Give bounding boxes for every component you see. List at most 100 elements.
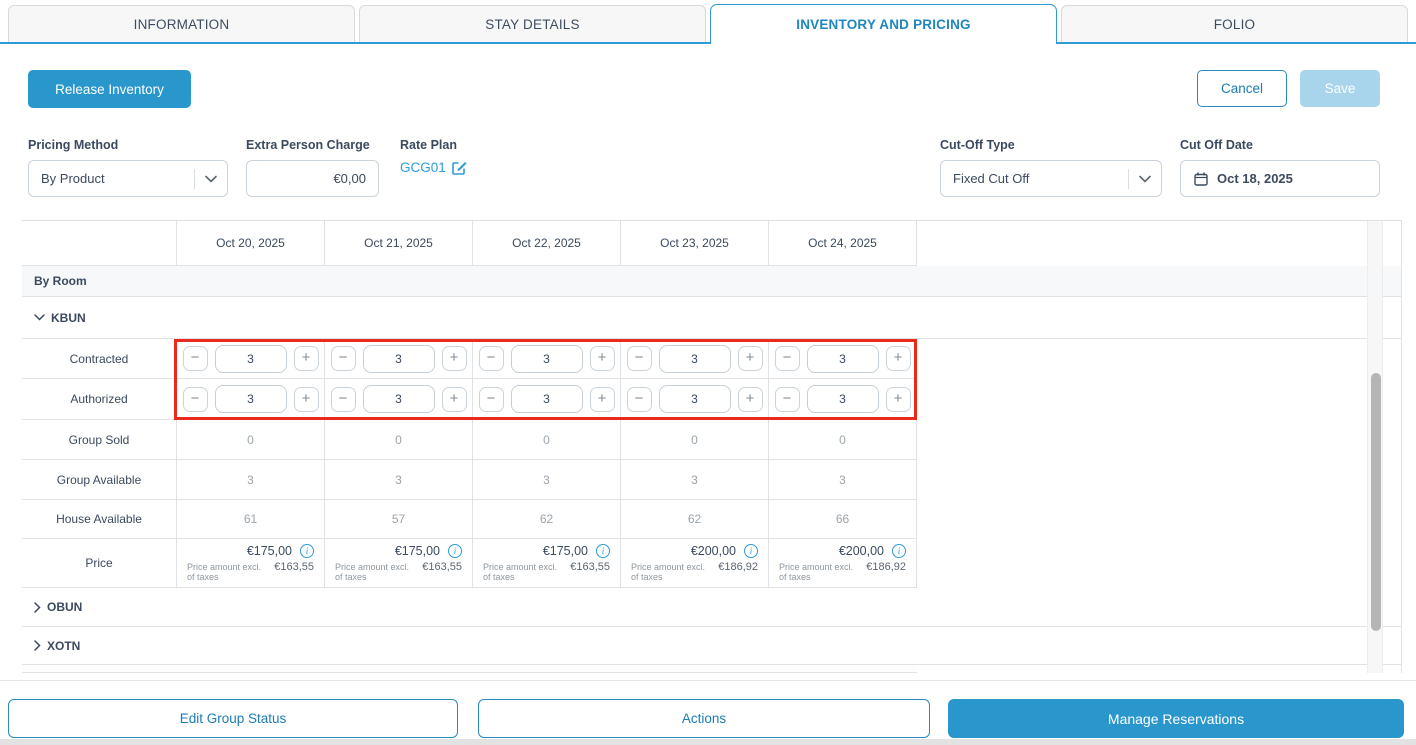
contracted-quantity-input[interactable] — [807, 345, 879, 373]
price-amount-value: €200,00 — [839, 544, 884, 558]
house-available-value: 62 — [473, 500, 621, 538]
rate-plan-label: Rate Plan — [400, 138, 457, 152]
info-icon[interactable]: i — [448, 544, 462, 558]
chevron-down-icon — [1139, 175, 1151, 183]
tab-information[interactable]: INFORMATION — [8, 5, 355, 42]
inventory-table: Oct 20, 2025Oct 21, 2025Oct 22, 2025Oct … — [22, 220, 1402, 673]
pricing-method-select[interactable]: By Product — [28, 160, 228, 197]
authorized-quantity-input[interactable] — [659, 385, 731, 413]
chevron-down-icon — [34, 314, 45, 321]
room-row-kbun[interactable]: KBUN — [22, 297, 1401, 339]
info-icon[interactable]: i — [892, 544, 906, 558]
price-excl-note: Price amount excl. of taxes — [335, 562, 417, 582]
tab-folio[interactable]: FOLIO — [1061, 5, 1408, 42]
contracted-stepper: −+ — [621, 339, 769, 378]
section-by-room: By Room — [22, 266, 1401, 297]
save-button[interactable]: Save — [1300, 70, 1380, 107]
price-excl-taxes: Price amount excl. of taxes€186,92 — [779, 561, 906, 582]
date-header-row: Oct 20, 2025Oct 21, 2025Oct 22, 2025Oct … — [22, 221, 917, 266]
vertical-scrollbar — [1367, 221, 1383, 673]
increment-button[interactable]: + — [442, 346, 467, 371]
room-row-obun[interactable]: OBUN — [22, 588, 1401, 627]
contracted-quantity-input[interactable] — [659, 345, 731, 373]
price-amount-value: €175,00 — [395, 544, 440, 558]
increment-button[interactable]: + — [294, 346, 319, 371]
increment-button[interactable]: + — [886, 387, 911, 412]
decrement-button[interactable]: − — [331, 387, 356, 412]
date-header-cell: Oct 23, 2025 — [621, 221, 769, 265]
info-icon[interactable]: i — [596, 544, 610, 558]
increment-button[interactable]: + — [442, 387, 467, 412]
tab-bar: INFORMATION STAY DETAILS INVENTORY AND P… — [0, 0, 1416, 44]
authorized-stepper: −+ — [177, 379, 325, 419]
price-amount-value: €175,00 — [247, 544, 292, 558]
cancel-button[interactable]: Cancel — [1197, 70, 1287, 107]
date-header-cell: Oct 21, 2025 — [325, 221, 473, 265]
decrement-button[interactable]: − — [183, 387, 208, 412]
price-amount: €175,00 i — [247, 544, 314, 558]
authorized-quantity-input[interactable] — [511, 385, 583, 413]
decrement-button[interactable]: − — [775, 346, 800, 371]
authorized-row: Authorized −+−+−+−+−+ — [22, 379, 917, 420]
tab-inventory-and-pricing[interactable]: INVENTORY AND PRICING — [710, 4, 1057, 44]
select-divider — [194, 169, 195, 189]
corner-cell — [22, 221, 177, 265]
increment-button[interactable]: + — [590, 346, 615, 371]
tab-stay-details[interactable]: STAY DETAILS — [359, 5, 706, 42]
cutoff-type-label: Cut-Off Type — [940, 138, 1015, 152]
price-amount: €175,00 i — [395, 544, 462, 558]
decrement-button[interactable]: − — [331, 346, 356, 371]
authorized-quantity-input[interactable] — [363, 385, 435, 413]
group-available-value: 3 — [621, 460, 769, 499]
authorized-quantity-input[interactable] — [807, 385, 879, 413]
house-available-row: House Available 6157626266 — [22, 500, 917, 539]
footer-bar: Edit Group Status Actions Manage Reserva… — [0, 680, 1416, 739]
group-available-value: 3 — [769, 460, 917, 499]
decrement-button[interactable]: − — [183, 346, 208, 371]
edit-icon[interactable] — [452, 160, 467, 175]
increment-button[interactable]: + — [294, 387, 319, 412]
price-amount: €200,00 i — [839, 544, 906, 558]
authorized-quantity-input[interactable] — [215, 385, 287, 413]
scrollbar-thumb[interactable] — [1371, 373, 1381, 631]
rate-plan-value: GCG01 — [400, 160, 446, 175]
info-icon[interactable]: i — [744, 544, 758, 558]
row-label-authorized: Authorized — [22, 379, 177, 419]
price-cell: €200,00 i Price amount excl. of taxes€186,… — [769, 539, 917, 587]
date-header-cell: Oct 20, 2025 — [177, 221, 325, 265]
contracted-quantity-input[interactable] — [511, 345, 583, 373]
release-inventory-button[interactable]: Release Inventory — [28, 70, 191, 108]
price-amount-value: €175,00 — [543, 544, 588, 558]
decrement-button[interactable]: − — [479, 346, 504, 371]
extra-person-charge-input[interactable]: €0,00 — [246, 160, 379, 197]
contracted-quantity-input[interactable] — [215, 345, 287, 373]
room-row-xotn[interactable]: XOTN — [22, 627, 1401, 665]
price-excl-taxes: Price amount excl. of taxes€186,92 — [631, 561, 758, 582]
decrement-button[interactable]: − — [627, 346, 652, 371]
decrement-button[interactable]: − — [627, 387, 652, 412]
rate-plan-link[interactable]: GCG01 — [400, 160, 467, 175]
decrement-button[interactable]: − — [775, 387, 800, 412]
house-available-value: 57 — [325, 500, 473, 538]
edit-group-status-button[interactable]: Edit Group Status — [8, 699, 458, 738]
house-available-value: 62 — [621, 500, 769, 538]
increment-button[interactable]: + — [590, 387, 615, 412]
group-sold-value: 0 — [621, 420, 769, 459]
increment-button[interactable]: + — [738, 346, 763, 371]
cutoff-date-picker[interactable]: Oct 18, 2025 — [1180, 160, 1380, 197]
chevron-down-icon — [205, 175, 217, 183]
authorized-stepper: −+ — [473, 379, 621, 419]
manage-reservations-button[interactable]: Manage Reservations — [948, 699, 1404, 738]
group-sold-value: 0 — [177, 420, 325, 459]
inventory-pricing-page: INFORMATION STAY DETAILS INVENTORY AND P… — [0, 0, 1416, 745]
cutoff-type-select[interactable]: Fixed Cut Off — [940, 160, 1162, 197]
decrement-button[interactable]: − — [479, 387, 504, 412]
actions-button[interactable]: Actions — [478, 699, 930, 738]
info-icon[interactable]: i — [300, 544, 314, 558]
increment-button[interactable]: + — [886, 346, 911, 371]
date-header-cell: Oct 24, 2025 — [769, 221, 917, 265]
contracted-quantity-input[interactable] — [363, 345, 435, 373]
room-code: XOTN — [47, 639, 80, 653]
row-label-group-available: Group Available — [22, 460, 177, 499]
increment-button[interactable]: + — [738, 387, 763, 412]
